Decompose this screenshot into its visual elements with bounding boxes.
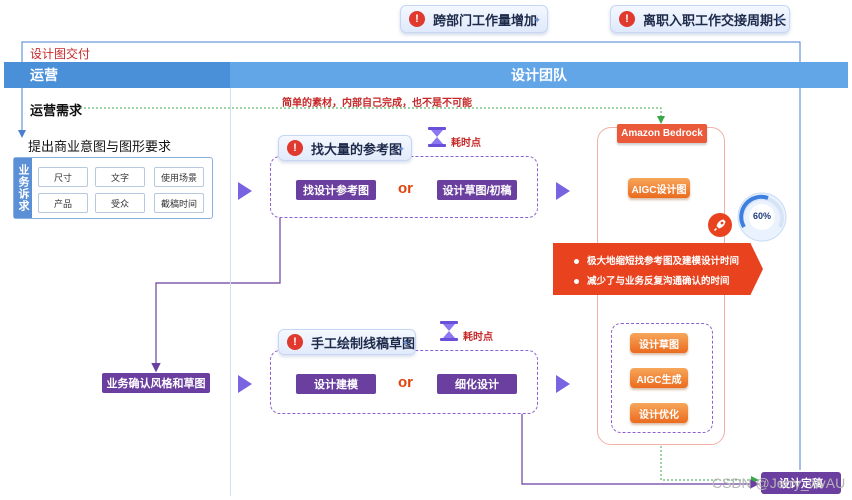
design-sketch-pill: 设计草图/初稿: [437, 180, 517, 200]
alert-icon: !: [287, 334, 303, 350]
reference-card-title: ! 找大量的参考图 ✦: [278, 135, 412, 161]
appeal-item-scene: 使用场景: [154, 167, 204, 187]
bullet-icon: [574, 258, 579, 264]
band-ops: 运营: [4, 62, 230, 88]
sketch-card-title: ! 手工绘制线稿草图 ✦: [278, 329, 416, 355]
aigc-design-button: AIGC设计图: [628, 178, 690, 198]
band-design-team: 设计团队: [230, 62, 848, 88]
rocket-icon: [708, 213, 732, 237]
delivery-label: 设计图交付: [30, 47, 91, 61]
business-appeal-box: 业务诉求 尺寸 文字 使用场景 产品 受众 截稿时间: [13, 157, 213, 219]
step-design-sketch: 设计草图: [630, 333, 688, 353]
card-title-text: 找大量的参考图: [311, 141, 403, 157]
bedrock-tag: Amazon Bedrock: [617, 124, 707, 143]
alert-icon: !: [287, 140, 303, 156]
request-label: 提出商业意图与图形要求: [28, 139, 172, 154]
step-aigc-generate: AIGC生成: [630, 368, 688, 388]
sparkle-icon: ✦: [775, 15, 783, 25]
sparkle-icon: ✦: [397, 144, 405, 154]
appeal-item-product: 产品: [38, 193, 88, 213]
appeal-item-size: 尺寸: [38, 167, 88, 187]
time-cost-label: 耗时点: [463, 332, 493, 343]
appeal-side-label: 业务诉求: [14, 158, 32, 218]
benefit-text: 减少了与业务反复沟通确认的时间: [587, 276, 730, 287]
sparkle-icon: ✦: [401, 338, 409, 348]
benefits-banner: [553, 243, 763, 295]
gauge-value: 60%: [752, 211, 771, 221]
bullet-icon: [574, 278, 579, 284]
benefit-text: 极大地缩短找参考图及建模设计时间: [587, 256, 740, 267]
alert-text: 离职入职工作交接周期长: [643, 12, 787, 28]
flow-arrow-icon: [238, 375, 252, 393]
hourglass-icon: [428, 127, 446, 147]
card-title-text: 手工绘制线稿草图: [311, 335, 416, 351]
time-cost-label: 耗时点: [451, 138, 481, 149]
sparkle-icon: ✦: [533, 15, 541, 25]
alert-card-handover: ! 离职入职工作交接周期长 ✦: [610, 5, 790, 33]
or-label: or: [398, 374, 413, 391]
benefit-item: 减少了与业务反复沟通确认的时间: [574, 273, 730, 287]
alert-icon: !: [409, 11, 425, 27]
refine-design-pill: 细化设计: [437, 374, 517, 394]
watermark: CSDN @Jerry_wvAU: [712, 475, 846, 491]
simple-material-note: 简单的素材，内部自己完成，也不是不可能: [282, 98, 472, 109]
ops-demand-label: 运营需求: [30, 103, 83, 118]
alert-icon: !: [619, 11, 635, 27]
alert-text: 跨部门工作量增加: [433, 12, 538, 28]
find-reference-pill: 找设计参考图: [296, 180, 376, 200]
design-modeling-pill: 设计建模: [296, 374, 376, 394]
step-design-optimize: 设计优化: [630, 403, 688, 423]
flow-arrow-icon: [238, 182, 252, 200]
hourglass-icon: [440, 321, 458, 341]
appeal-item-audience: 受众: [95, 193, 145, 213]
appeal-item-deadline: 截稿时间: [154, 193, 204, 213]
or-label: or: [398, 180, 413, 197]
flow-arrow-icon: [556, 182, 570, 200]
flow-arrow-icon: [556, 375, 570, 393]
appeal-item-text: 文字: [95, 167, 145, 187]
alert-card-workload: ! 跨部门工作量增加 ✦: [400, 5, 548, 33]
business-confirm-label: 业务确认风格和草图: [102, 373, 210, 393]
benefit-item: 极大地缩短找参考图及建模设计时间: [574, 253, 739, 267]
